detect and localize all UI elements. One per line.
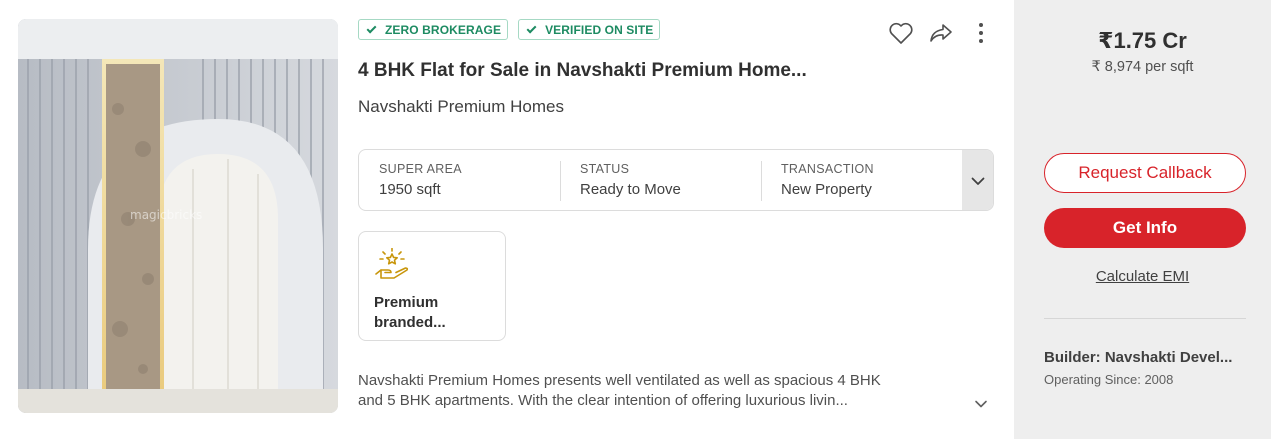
svg-text:magicbricks: magicbricks [130,208,202,222]
specs-summary: SUPER AREA 1950 sqft STATUS Ready to Mov… [358,149,994,211]
spec-value: Ready to Move [580,181,681,198]
property-card[interactable]: magicbricks ZERO BROKERAGE VERIFIED ON S… [0,0,1271,439]
get-info-button[interactable]: Get Info [1044,208,1246,248]
listing-description: Navshakti Premium Homes presents well ve… [358,371,968,411]
check-icon [366,23,377,33]
calculate-emi-link[interactable]: Calculate EMI [1014,268,1271,285]
listing-actions [888,20,994,46]
property-photo[interactable]: magicbricks [18,19,338,413]
price: ₹1.75 Cr [1098,28,1187,53]
divider [1044,318,1246,319]
price-panel: ₹1.75 Cr ₹ 8,974 per sqft Request Callba… [1014,0,1271,439]
spec-label: TRANSACTION [781,162,874,176]
listing-details: ZERO BROKERAGE VERIFIED ON SITE 4 BHK Fl… [358,19,994,419]
listing-title[interactable]: 4 BHK Flat for Sale in Navshakti Premium… [358,60,918,82]
heart-icon [889,22,913,44]
share-arrow-icon [930,24,952,42]
spec-value: 1950 sqft [379,181,441,198]
project-name[interactable]: Navshakti Premium Homes [358,97,564,117]
expand-specs-button[interactable] [962,150,993,210]
premium-hand-star-icon [375,247,409,279]
spec-value: New Property [781,181,872,198]
spec-super-area: SUPER AREA 1950 sqft [359,150,560,210]
operating-since: Operating Since: 2008 [1044,372,1174,387]
more-options-button[interactable] [968,20,994,46]
kebab-menu-icon [979,23,983,43]
read-more-toggle[interactable] [974,397,988,411]
description-line: and 5 BHK apartments. With the clear int… [358,392,848,409]
spec-label: STATUS [580,162,630,176]
share-button[interactable] [928,20,954,46]
spec-label: SUPER AREA [379,162,462,176]
property-photo-image: magicbricks [18,19,338,413]
badge-label: ZERO BROKERAGE [385,22,502,37]
spec-status: STATUS Ready to Move [560,150,761,210]
shortlist-button[interactable] [888,20,914,46]
chevron-down-icon [975,400,987,408]
zero-brokerage-badge: ZERO BROKERAGE [358,19,509,40]
badge-row: ZERO BROKERAGE VERIFIED ON SITE [358,19,661,40]
price-per-sqft: ₹ 8,974 per sqft [1091,59,1194,75]
spec-transaction: TRANSACTION New Property [761,150,962,210]
check-icon [526,23,537,33]
badge-label: VERIFIED ON SITE [545,22,654,37]
verified-on-site-badge: VERIFIED ON SITE [518,19,661,40]
feature-tile[interactable]: Premium branded... [358,231,506,341]
chevron-down-icon [971,177,984,185]
description-line: Navshakti Premium Homes presents well ve… [358,372,881,389]
request-callback-button[interactable]: Request Callback [1044,153,1246,193]
builder-name[interactable]: Builder: Navshakti Devel... [1044,349,1246,366]
feature-label: Premium branded... [374,294,446,331]
